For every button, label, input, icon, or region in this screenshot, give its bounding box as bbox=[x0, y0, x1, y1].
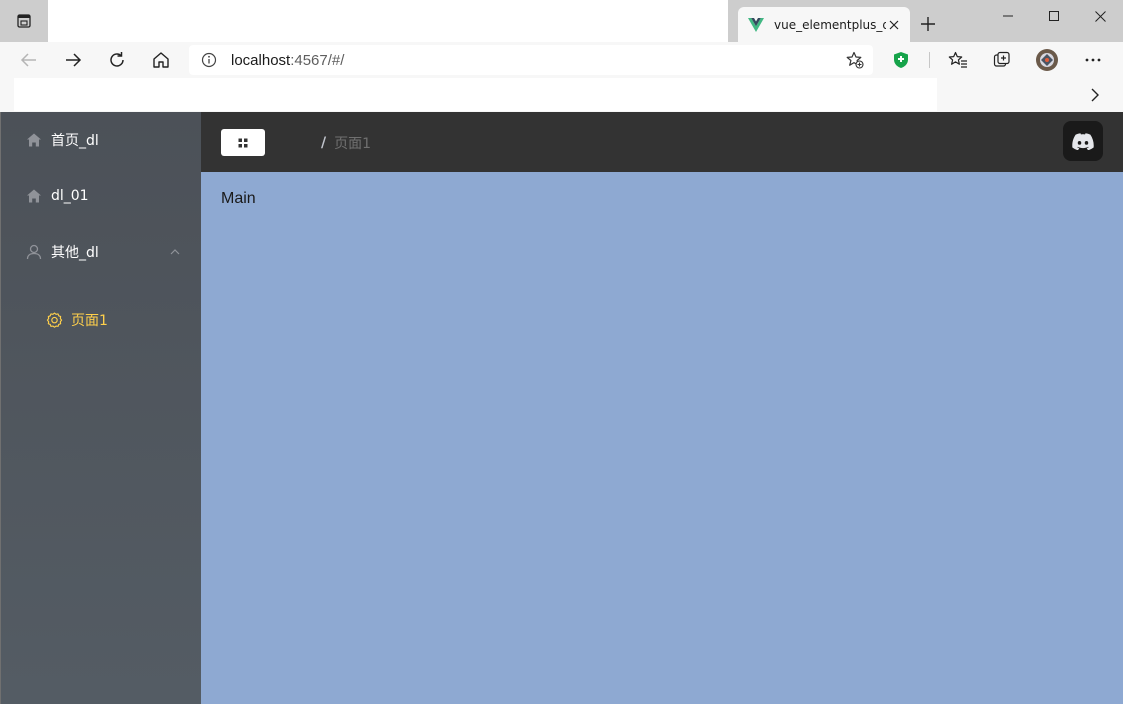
sidebar-menu: 首页_dl dl_01 其他_dl 页面1 bbox=[0, 112, 201, 704]
chevron-up-icon bbox=[169, 246, 181, 258]
toolbar-separator bbox=[929, 52, 930, 68]
sidebar-item-label: dl_01 bbox=[51, 188, 89, 204]
info-icon bbox=[201, 52, 217, 68]
browser-toolbar: localhost:4567/#/ bbox=[0, 42, 1123, 78]
sidebar-submenu-other[interactable]: 其他_dl bbox=[1, 224, 201, 280]
collapse-menu-button[interactable] bbox=[221, 129, 265, 156]
address-bar[interactable]: localhost:4567/#/ bbox=[189, 45, 873, 75]
back-button[interactable] bbox=[14, 45, 44, 75]
breadcrumb-current: 页面1 bbox=[334, 136, 372, 152]
refresh-icon bbox=[110, 52, 124, 67]
sidebar-item-home[interactable]: 首页_dl bbox=[1, 112, 201, 168]
minimize-button[interactable] bbox=[985, 0, 1031, 32]
home-outline-icon bbox=[153, 52, 169, 68]
arrow-right-icon bbox=[66, 53, 82, 67]
settings-more-button[interactable] bbox=[1078, 45, 1108, 75]
grid-icon bbox=[238, 138, 248, 147]
titlebar-blank-area bbox=[48, 0, 728, 42]
profile-button[interactable] bbox=[1032, 45, 1062, 75]
sidebar-item-label: 首页_dl bbox=[51, 133, 99, 149]
url-text: localhost:4567/#/ bbox=[231, 51, 345, 69]
main-content: Main bbox=[201, 172, 1123, 704]
tab-actions-button[interactable] bbox=[0, 0, 48, 42]
plus-icon bbox=[921, 17, 935, 31]
more-icon bbox=[1085, 58, 1101, 62]
arrow-left-icon bbox=[20, 53, 36, 67]
chevron-right-icon bbox=[1091, 88, 1099, 102]
page-header: / 页面1 bbox=[201, 112, 1123, 172]
favorites-bar-area bbox=[14, 78, 937, 111]
close-window-button[interactable] bbox=[1077, 0, 1123, 32]
avatar[interactable] bbox=[1063, 121, 1103, 161]
favorites-button[interactable] bbox=[943, 45, 973, 75]
home-button[interactable] bbox=[146, 45, 176, 75]
tab-close-icon[interactable] bbox=[886, 17, 902, 33]
close-icon bbox=[1094, 10, 1106, 22]
favorites-overflow-button[interactable] bbox=[1084, 84, 1106, 106]
main-text: Main bbox=[221, 190, 256, 207]
extension-button[interactable] bbox=[886, 45, 916, 75]
web-page: 首页_dl dl_01 其他_dl 页面1 / 页面1 Main bbox=[0, 112, 1123, 704]
sidebar-subitem-label: 页面1 bbox=[71, 313, 108, 329]
sidebar-item-dl01[interactable]: dl_01 bbox=[1, 168, 201, 224]
new-tab-button[interactable] bbox=[913, 10, 943, 38]
refresh-button[interactable] bbox=[102, 45, 132, 75]
tab-title: vue_elementplus_dl bbox=[774, 17, 886, 32]
forward-button[interactable] bbox=[58, 45, 88, 75]
maximize-button[interactable] bbox=[1031, 0, 1077, 32]
collections-icon bbox=[993, 51, 1010, 67]
profile-avatar-icon bbox=[1036, 49, 1058, 71]
user-icon bbox=[25, 243, 43, 261]
home-icon bbox=[25, 187, 43, 205]
browser-titlebar: vue_elementplus_dl bbox=[0, 0, 1123, 42]
maximize-icon bbox=[1049, 11, 1059, 21]
discord-icon bbox=[1072, 132, 1094, 150]
vue-logo-icon bbox=[748, 17, 764, 33]
add-favorite-icon[interactable] bbox=[845, 50, 865, 70]
favorites-icon bbox=[948, 51, 967, 68]
minimize-icon bbox=[1003, 15, 1013, 17]
collections-button[interactable] bbox=[987, 45, 1017, 75]
breadcrumb-separator: / bbox=[321, 135, 327, 151]
sidebar-item-label: 其他_dl bbox=[51, 245, 99, 261]
favorites-bar bbox=[0, 78, 1123, 112]
tab-actions-icon bbox=[17, 14, 31, 28]
browser-tab[interactable]: vue_elementplus_dl bbox=[738, 7, 910, 42]
sidebar-subitem-page1[interactable]: 页面1 bbox=[1, 292, 201, 348]
home-icon bbox=[25, 131, 43, 149]
breadcrumb: / 页面1 bbox=[321, 133, 371, 153]
gear-icon bbox=[45, 311, 63, 329]
shield-icon bbox=[894, 52, 908, 68]
